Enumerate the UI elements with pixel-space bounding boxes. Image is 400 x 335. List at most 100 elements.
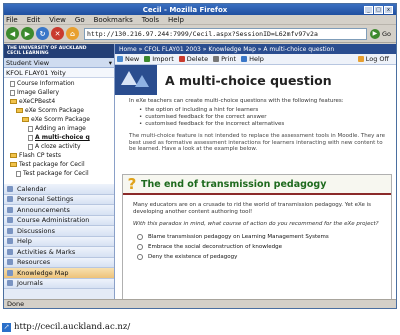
menu-tools[interactable]: Tools: [142, 16, 159, 24]
tree-item[interactable]: Image Gallery: [4, 88, 114, 97]
nav-label: Journals: [17, 279, 43, 288]
resources-icon: [7, 259, 13, 266]
print-button[interactable]: Print: [213, 55, 236, 63]
link-icon: ↗: [2, 322, 11, 332]
content-toolbar: New Import Delete Print Help Log Off: [115, 54, 396, 65]
tree-item[interactable]: Course Information: [4, 79, 114, 88]
answer-option[interactable]: Embrace the social deconstruction of kno…: [137, 242, 385, 252]
activities-icon: [7, 248, 13, 255]
tree-item-label: Flash CP tests: [19, 152, 61, 159]
nav-label: Activities & Marks: [17, 247, 76, 256]
minimize-icon[interactable]: _: [364, 5, 373, 14]
go-icon[interactable]: ▶: [369, 28, 380, 39]
description-paragraph: The multi-choice feature is not intended…: [129, 133, 385, 152]
page-icon: [28, 134, 33, 141]
delete-icon: [178, 56, 185, 62]
tree-item[interactable]: Test package for Cecil: [4, 169, 114, 178]
nav-label: Personal Settings: [17, 195, 74, 204]
menu-help[interactable]: Help: [168, 16, 184, 24]
discussion-icon: [7, 227, 13, 234]
print-label: Print: [221, 55, 237, 63]
map-icon: [7, 269, 13, 276]
tree-item[interactable]: Flash CP tests: [4, 151, 114, 160]
radio-button[interactable]: [137, 244, 143, 250]
nav-journals[interactable]: Journals: [4, 278, 114, 289]
help-icon: [7, 238, 13, 245]
tree-item-selected[interactable]: A multi-choice q: [4, 133, 114, 142]
tree-item[interactable]: A cloze activity: [4, 142, 114, 151]
page-icon: [10, 89, 15, 96]
folder-icon: [10, 99, 17, 104]
stop-icon[interactable]: ✕: [51, 27, 64, 40]
answer-option[interactable]: Blame transmission pedagogy on Learning …: [137, 232, 385, 242]
page-icon: [28, 125, 33, 132]
header-logo: [115, 65, 157, 95]
go-button[interactable]: Go: [382, 30, 391, 38]
tree-item[interactable]: eXeCPBest4: [4, 97, 114, 106]
address-bar[interactable]: http://130.216.97.244:7999/Cecil.aspx?Se…: [84, 27, 367, 40]
answer-option[interactable]: Deny the existence of pedagogy: [137, 252, 385, 262]
nav-course-administration[interactable]: Course Administration: [4, 215, 114, 226]
menu-bookmarks[interactable]: Bookmarks: [94, 16, 133, 24]
breadcrumb[interactable]: Home » CFOL FLAY01 2003 » Knowledge Map …: [115, 44, 396, 54]
feature-item: the option of including a hint for learn…: [139, 107, 388, 114]
tree-item[interactable]: eXe Scorm Package: [4, 115, 114, 124]
intro-sentence: In eXe teachers can create multi-choice …: [129, 98, 344, 104]
tree-item[interactable]: Test package for Cecil: [4, 160, 114, 169]
course-tree-header[interactable]: KFOL FLAY01 Yoity: [4, 68, 114, 78]
nav-label: Knowledge Map: [17, 268, 69, 277]
status-text: Done: [7, 300, 25, 308]
menu-go[interactable]: Go: [75, 16, 85, 24]
delete-label: Delete: [186, 55, 209, 63]
page-icon: [16, 170, 21, 177]
import-label: Import: [152, 55, 174, 63]
student-view-bar[interactable]: Student View ▾: [4, 58, 114, 68]
menu-edit[interactable]: Edit: [27, 16, 41, 24]
page-header: A multi-choice question: [115, 65, 396, 95]
nav-label: Course Administration: [17, 216, 90, 225]
logoff-icon: [357, 56, 364, 62]
nav-label: Discussions: [17, 226, 55, 235]
close-icon[interactable]: x: [384, 5, 393, 14]
help-button[interactable]: Help: [241, 55, 264, 63]
new-label: New: [125, 55, 140, 63]
tree-item[interactable]: Adding an image: [4, 124, 114, 133]
nav-label: Announcements: [17, 205, 70, 214]
nav-calendar[interactable]: Calendar: [4, 184, 114, 195]
nav-personal-settings[interactable]: Personal Settings: [4, 194, 114, 205]
question-heading: The end of transmission pedagogy: [141, 178, 327, 190]
admin-icon: [7, 217, 13, 224]
chevron-down-icon[interactable]: ▾: [109, 59, 112, 67]
option-label: Embrace the social deconstruction of kno…: [148, 244, 283, 250]
nav-announcements[interactable]: Announcements: [4, 205, 114, 216]
folder-icon: [22, 117, 29, 122]
logoff-button[interactable]: Log Off: [357, 55, 389, 63]
radio-button[interactable]: [137, 254, 143, 260]
course-tree: Course Information Image Gallery eXeCPBe…: [4, 78, 114, 184]
menu-view[interactable]: View: [49, 16, 66, 24]
window-title: Cecil - Mozilla Firefox: [142, 5, 228, 14]
tree-item[interactable]: eXe Scorm Package: [4, 106, 114, 115]
nav-resources[interactable]: Resources: [4, 257, 114, 268]
import-button[interactable]: Import: [144, 55, 174, 63]
nav-discussions[interactable]: Discussions: [4, 226, 114, 237]
home-icon[interactable]: ⌂: [66, 27, 79, 40]
back-icon[interactable]: ◀: [6, 27, 19, 40]
caption-url[interactable]: http://cecil.auckland.ac.nz/: [14, 322, 130, 332]
forward-icon[interactable]: ▶: [21, 27, 34, 40]
delete-button[interactable]: Delete: [178, 55, 209, 63]
question-mark-icon: ?: [127, 175, 137, 193]
new-button[interactable]: New: [117, 55, 139, 63]
nav-knowledge-map[interactable]: Knowledge Map: [4, 268, 114, 279]
maximize-icon[interactable]: □: [374, 5, 383, 14]
menu-file[interactable]: File: [6, 16, 18, 24]
reload-icon[interactable]: ↻: [36, 27, 49, 40]
nav-activities-marks[interactable]: Activities & Marks: [4, 247, 114, 258]
page-content: THE UNIVERSITY OF AUCKLAND CECIL LEARNIN…: [4, 44, 396, 300]
radio-button[interactable]: [137, 234, 143, 240]
nav-help[interactable]: Help: [4, 236, 114, 247]
logo-line-2: CECIL LEARNING: [7, 51, 49, 56]
intro-text: In eXe teachers can create multi-choice …: [115, 95, 396, 128]
question-text: Many educators are on a crusade to rid t…: [133, 202, 372, 215]
folder-icon: [16, 108, 23, 113]
